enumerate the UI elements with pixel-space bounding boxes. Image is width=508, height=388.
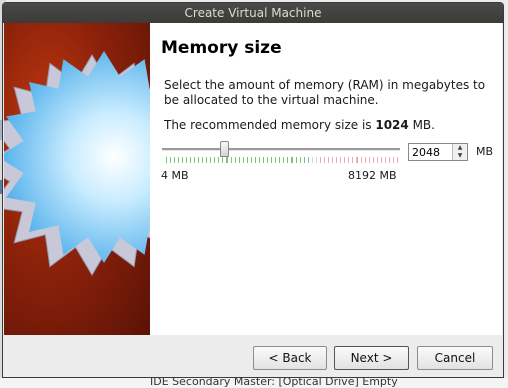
slider-tick	[332, 157, 334, 163]
slider-tick	[397, 157, 399, 163]
background-window-strip: IDE Secondary Master: [Optical Drive] Em…	[0, 378, 508, 388]
dialog-content: Memory size Select the amount of memory …	[4, 23, 502, 335]
page-description: Select the amount of memory (RAM) in meg…	[164, 78, 486, 107]
background-text: IDE Secondary Master: [Optical Drive] Em…	[150, 378, 398, 388]
slider-min-label: 4 MB	[161, 169, 189, 182]
slider-tick	[319, 157, 321, 163]
slider-tick	[380, 157, 382, 163]
slider-tick	[230, 157, 232, 163]
slider-tick	[202, 157, 204, 163]
slider-tick	[263, 157, 265, 163]
recommended-memory-text: The recommended memory size is 1024 MB.	[164, 118, 435, 132]
slider-tick	[279, 157, 281, 163]
memory-unit-label: MB	[476, 145, 494, 158]
slider-tick	[340, 157, 342, 163]
memory-page: Memory size Select the amount of memory …	[150, 23, 502, 335]
wizard-banner	[4, 23, 150, 335]
slider-tick	[177, 157, 179, 163]
slider-tick	[218, 157, 220, 163]
slider-tick	[360, 157, 362, 163]
memory-input[interactable]	[409, 144, 454, 160]
slider-tick	[185, 157, 187, 163]
slider-tick	[376, 157, 378, 163]
slider-tick	[238, 157, 240, 163]
slider-tick	[222, 157, 224, 163]
slider-tick	[291, 157, 293, 163]
slider-tick	[242, 157, 244, 163]
slider-tick	[348, 157, 350, 163]
slider-ticks	[164, 157, 400, 163]
slider-tick	[388, 157, 390, 163]
starburst-logo-icon	[4, 51, 150, 276]
back-button[interactable]: < Back	[253, 346, 327, 370]
slider-tick	[364, 157, 366, 163]
slider-tick	[275, 157, 277, 163]
slider-tick	[271, 157, 273, 163]
memory-spinbox[interactable]: ▲ ▼	[408, 143, 468, 161]
slider-tick	[315, 157, 317, 163]
slider-tick	[344, 157, 346, 163]
slider-tick	[193, 157, 195, 163]
slider-tick	[234, 157, 236, 163]
spin-up-icon[interactable]: ▲	[453, 144, 467, 152]
slider-tick	[336, 157, 338, 163]
slider-tick	[384, 157, 386, 163]
create-vm-dialog: Create Virtual Machine Memory size Selec…	[2, 2, 504, 378]
page-title: Memory size	[161, 38, 282, 58]
slider-tick	[328, 157, 330, 163]
slider-tick	[173, 157, 175, 163]
slider-tick	[258, 157, 260, 163]
slider-tick	[189, 157, 191, 163]
slider-tick	[303, 157, 305, 163]
slider-tick	[299, 157, 301, 163]
slider-tick	[352, 157, 354, 163]
slider-tick	[246, 157, 248, 163]
slider-tick	[169, 157, 171, 163]
slider-tick	[287, 157, 289, 163]
slider-tick	[206, 157, 208, 163]
recommended-suffix: MB.	[408, 118, 435, 132]
slider-handle[interactable]	[220, 141, 229, 157]
slider-tick	[356, 157, 358, 163]
recommended-prefix: The recommended memory size is	[164, 118, 376, 132]
slider-tick	[283, 157, 285, 163]
slider-tick	[250, 157, 252, 163]
memory-slider[interactable]	[162, 141, 402, 165]
slider-tick	[311, 157, 313, 163]
spin-buttons: ▲ ▼	[452, 144, 467, 160]
slider-tick	[295, 157, 297, 163]
slider-tick	[393, 157, 395, 163]
slider-tick	[181, 157, 183, 163]
slider-tick	[372, 157, 374, 163]
recommended-value: 1024	[375, 118, 409, 132]
spin-down-icon[interactable]: ▼	[453, 152, 467, 160]
cancel-button[interactable]: Cancel	[417, 346, 493, 370]
window-title: Create Virtual Machine	[3, 3, 503, 23]
slider-tick	[368, 157, 370, 163]
slider-max-label: 8192 MB	[348, 169, 397, 182]
slider-tick	[198, 157, 200, 163]
slider-tick	[254, 157, 256, 163]
slider-tick	[214, 157, 216, 163]
slider-groove	[162, 148, 400, 151]
slider-tick	[165, 157, 167, 163]
slider-tick	[210, 157, 212, 163]
slider-tick	[226, 157, 228, 163]
slider-tick	[323, 157, 325, 163]
slider-tick	[267, 157, 269, 163]
slider-tick	[307, 157, 309, 163]
next-button[interactable]: Next >	[334, 346, 409, 370]
